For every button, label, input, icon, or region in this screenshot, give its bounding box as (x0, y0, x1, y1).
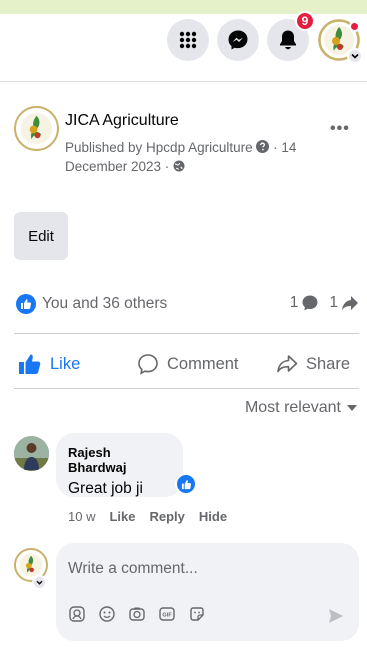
menu-button[interactable] (167, 19, 209, 61)
comment-composer[interactable]: Write a comment... GIF (56, 543, 359, 641)
like-label: Like (50, 354, 81, 373)
page-title[interactable]: JICA Agriculture (65, 112, 179, 130)
publisher-text[interactable]: Published by Hpcdp Agriculture (65, 140, 253, 155)
comment-like-reaction-icon[interactable] (175, 473, 197, 495)
profile-menu-button[interactable] (318, 19, 363, 64)
like-button[interactable]: Like (18, 350, 80, 378)
comment-count[interactable]: 1 (290, 294, 299, 312)
avatar-sticker-icon[interactable] (68, 605, 86, 628)
svg-text:GIF: GIF (162, 613, 172, 619)
edit-button[interactable]: Edit (14, 212, 68, 260)
messenger-button[interactable] (217, 19, 259, 61)
comment-icon (138, 354, 158, 375)
messenger-icon (228, 30, 248, 50)
sort-label: Most relevant (244, 399, 341, 416)
post-date[interactable]: December 2023 · (65, 159, 169, 174)
commenter-avatar[interactable] (14, 436, 49, 471)
agriculture-logo-icon (20, 112, 53, 145)
comment-author[interactable]: Rajesh Bhardwaj (68, 445, 171, 475)
gif-icon[interactable]: GIF (158, 605, 176, 628)
comment-bubble: Rajesh Bhardwaj Great job ji (56, 433, 183, 497)
page-avatar[interactable] (14, 106, 59, 151)
comment-reply-link[interactable]: Reply (149, 509, 184, 524)
divider-top (14, 333, 359, 334)
globe-icon (173, 160, 185, 172)
chevron-down-icon[interactable] (32, 575, 47, 590)
post-options-button[interactable]: ••• (330, 120, 350, 138)
comment-input[interactable]: Write a comment... (68, 560, 198, 578)
person-photo-icon (14, 436, 49, 471)
comment-label: Comment (167, 354, 239, 373)
bell-icon (280, 30, 296, 50)
camera-icon[interactable] (128, 605, 146, 628)
date-suffix: · 14 (273, 140, 297, 155)
grid-menu-icon (179, 31, 197, 49)
top-bar: 9 (0, 11, 367, 82)
comment-meta: 10 w Like Reply Hide (68, 509, 241, 524)
share-label: Share (306, 354, 351, 373)
send-icon[interactable] (327, 607, 345, 630)
top-strip (0, 0, 367, 14)
post-published-info: Published by Hpcdp Agriculture · 14 Dece… (65, 138, 315, 176)
share-button[interactable]: Share (276, 350, 350, 378)
comment-text: Great job ji (68, 480, 143, 497)
help-icon[interactable] (256, 140, 270, 153)
share-icon (277, 355, 298, 373)
comment-time[interactable]: 10 w (68, 509, 95, 524)
notification-badge: 9 (295, 11, 315, 31)
engagement-counts: 1 1 (288, 294, 359, 312)
notifications-button[interactable]: 9 (267, 11, 315, 61)
sticker-icon[interactable] (188, 605, 206, 628)
divider-bottom (14, 388, 359, 389)
comment-like-link[interactable]: Like (109, 509, 135, 524)
comment-sort-dropdown[interactable]: Most relevant (245, 399, 357, 417)
comment-bubble-icon (302, 295, 318, 311)
composer-tools: GIF (68, 605, 218, 628)
emoji-icon[interactable] (98, 605, 116, 628)
dropdown-triangle-icon (347, 405, 357, 411)
chevron-down-icon (347, 48, 363, 64)
share-arrow-icon (342, 296, 358, 311)
like-reaction-icon (16, 294, 36, 314)
comment-hide-link[interactable]: Hide (199, 509, 227, 524)
profile-status-dot (349, 21, 360, 32)
comment-button[interactable]: Comment (137, 350, 239, 378)
reaction-text: You and 36 others (42, 295, 168, 312)
thumbs-up-icon (19, 354, 41, 374)
share-count[interactable]: 1 (329, 294, 338, 312)
reaction-summary[interactable]: You and 36 others (16, 294, 167, 314)
